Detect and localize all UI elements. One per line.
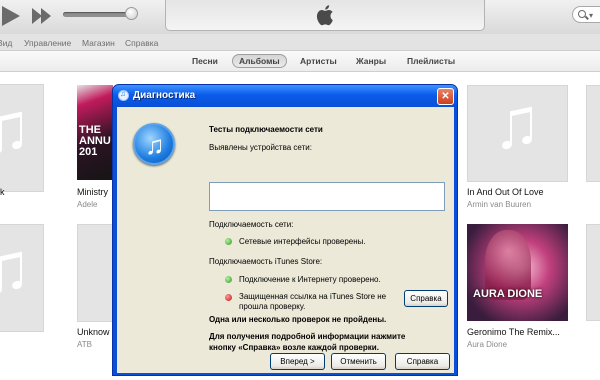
status-failed-icon <box>225 294 232 301</box>
store-connectivity-label: Подключаемость iTunes Store: <box>209 257 323 266</box>
devices-field <box>209 182 445 211</box>
tab-artists[interactable]: Артисты <box>294 54 343 68</box>
fail-message: Одна или несколько проверок не пройдены. <box>209 315 387 324</box>
now-playing-display <box>165 0 485 31</box>
view-tabs: Песни Альбомы Артисты Жанры Плейлисты <box>0 51 600 72</box>
check-internet: Подключение к Интернету проверено. <box>239 275 381 284</box>
connectivity-label: Подключаемость сети: <box>209 220 294 229</box>
menu-store[interactable]: Магазин <box>82 38 115 48</box>
album-title[interactable]: k <box>0 187 5 197</box>
cover-text: THE ANNU 201 <box>79 124 111 158</box>
album-artwork-ministry[interactable]: THE ANNU 201 <box>77 85 113 180</box>
music-note-icon <box>0 251 28 297</box>
album-artwork-placeholder[interactable] <box>586 85 600 182</box>
info-line-2: кнопку «Справка» возле каждой проверки. <box>209 343 379 352</box>
album-artwork-placeholder[interactable] <box>0 224 44 332</box>
menu-help[interactable]: Справка <box>125 38 158 48</box>
album-artwork-placeholder[interactable] <box>77 224 113 322</box>
diagnostics-dialog: Диагностика ✕ ♫ Тесты подключаемости сет… <box>112 84 458 376</box>
dialog-title: Диагностика <box>133 90 196 101</box>
info-line-1: Для получения подробной информации нажми… <box>209 332 406 341</box>
check-help-button[interactable]: Справка <box>404 290 448 307</box>
album-title[interactable]: Ministry <box>77 187 108 197</box>
check-network-interfaces: Сетевые интерфейсы проверены. <box>239 237 366 246</box>
cancel-button[interactable]: Отменить <box>331 353 386 370</box>
search-icon <box>578 10 586 18</box>
album-title[interactable]: In And Out Of Love <box>467 187 544 197</box>
album-artwork-placeholder[interactable] <box>586 224 600 321</box>
album-title[interactable]: Geronimo The Remix... <box>467 327 560 337</box>
dialog-title-bar[interactable]: Диагностика ✕ <box>113 85 457 107</box>
next-button[interactable]: Вперед > <box>270 353 325 370</box>
music-note-icon <box>0 111 28 157</box>
itunes-logo-icon: ♫ <box>133 123 175 165</box>
menu-bar: Вид Управление Магазин Справка <box>0 34 600 51</box>
album-title[interactable]: Unknow <box>77 327 110 337</box>
play-icon[interactable] <box>2 6 20 26</box>
check-secure-link-line2: прошла проверку. <box>239 302 306 311</box>
dialog-body: ♫ Тесты подключаемости сети Выявлены уст… <box>117 107 454 373</box>
menu-controls[interactable]: Управление <box>24 38 71 48</box>
album-artwork-placeholder[interactable] <box>467 85 568 182</box>
status-passed-icon <box>225 238 232 245</box>
close-button[interactable]: ✕ <box>437 88 454 105</box>
devices-label: Выявлены устройства сети: <box>209 143 312 152</box>
album-artist[interactable]: ATB <box>77 340 92 349</box>
album-artwork-aura-dione[interactable]: AURA DIONE <box>467 224 568 321</box>
tab-playlists[interactable]: Плейлисты <box>401 54 461 68</box>
cover-text: AURA DIONE <box>473 288 543 300</box>
status-passed-icon <box>225 276 232 283</box>
album-artist[interactable]: Armin van Buuren <box>467 200 531 209</box>
toolbar: ▾ <box>0 0 600 34</box>
album-artist[interactable]: Adele <box>77 200 97 209</box>
itunes-icon <box>118 89 129 101</box>
music-note-icon <box>500 106 538 152</box>
tab-albums[interactable]: Альбомы <box>232 54 287 68</box>
itunes-window: ▾ Вид Управление Магазин Справка Песни А… <box>0 0 600 380</box>
volume-slider-knob[interactable] <box>125 7 138 20</box>
chevron-down-icon: ▾ <box>589 11 594 20</box>
album-artwork-placeholder[interactable] <box>0 84 44 192</box>
help-button[interactable]: Справка <box>395 353 450 370</box>
album-artist[interactable]: Aura Dione <box>467 340 507 349</box>
dialog-heading: Тесты подключаемости сети <box>209 125 323 134</box>
tab-genres[interactable]: Жанры <box>350 54 392 68</box>
menu-view[interactable]: Вид <box>0 38 12 48</box>
tab-songs[interactable]: Песни <box>186 54 224 68</box>
apple-logo-icon <box>316 5 333 26</box>
search-field[interactable]: ▾ <box>572 6 600 23</box>
check-secure-link-line1: Защищенная ссылка на iTunes Store не <box>239 292 387 301</box>
fast-forward-icon[interactable] <box>32 8 52 24</box>
